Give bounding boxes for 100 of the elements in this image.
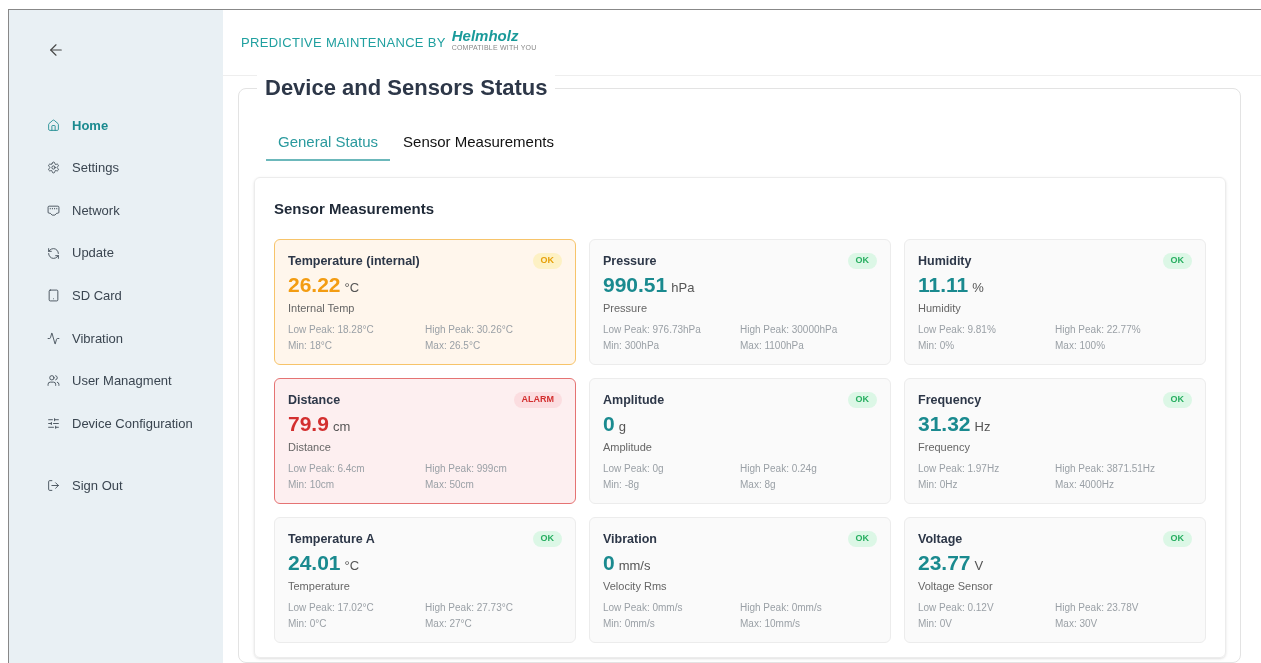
sensor-value: 26.22 xyxy=(288,272,341,299)
logo: Helmholz xyxy=(451,27,519,44)
sensor-value: 0 xyxy=(603,411,615,438)
max-value: Max: 8g xyxy=(740,477,777,492)
users-icon xyxy=(47,374,60,388)
high-peak: High Peak: 0mm/s xyxy=(740,600,823,615)
sensor-name: Distance xyxy=(288,391,341,409)
max-value: Max: 4000Hz xyxy=(1055,477,1115,492)
low-peak: Low Peak: 6.4cm xyxy=(288,461,366,476)
high-peak: High Peak: 30000hPa xyxy=(740,322,839,337)
sensor-unit: mm/s xyxy=(618,557,651,576)
min-value: Min: 0V xyxy=(918,616,953,631)
sensor-value: 0 xyxy=(603,550,615,577)
max-value: Max: 1100hPa xyxy=(740,338,805,353)
sensor-description: Temperature xyxy=(288,579,351,595)
min-value: Min: 300hPa xyxy=(603,338,661,353)
status-badge: OK xyxy=(532,531,562,547)
low-peak: Low Peak: 0g xyxy=(603,461,665,476)
sidebar-item[interactable]: User Managment xyxy=(47,359,223,403)
high-peak: High Peak: 30.26°C xyxy=(425,322,514,337)
sensor-unit: Hz xyxy=(974,418,991,437)
high-peak: High Peak: 27.73°C xyxy=(425,600,514,615)
status-badge: OK xyxy=(847,531,877,547)
min-value: Min: 0Hz xyxy=(918,477,959,492)
status-badge: OK xyxy=(847,392,877,408)
sensor-value: 31.32 xyxy=(918,411,971,438)
low-peak: Low Peak: 17.02°C xyxy=(288,600,375,615)
high-peak: High Peak: 22.77% xyxy=(1055,322,1142,337)
status-badge: OK xyxy=(847,253,877,269)
status-badge: OK xyxy=(1162,392,1192,408)
sensor-unit: % xyxy=(972,279,984,298)
sensor-value: 23.77 xyxy=(918,550,971,577)
sensor-unit: g xyxy=(618,418,626,437)
sidebar-item[interactable]: Vibration xyxy=(47,316,223,360)
sensor-unit: °C xyxy=(344,279,360,298)
sensor-description: Frequency xyxy=(918,440,971,456)
sensor-unit: V xyxy=(974,557,984,576)
max-value: Max: 30V xyxy=(1055,616,1099,631)
sign-out-icon xyxy=(47,479,60,493)
sensor-description: Voltage Sensor xyxy=(918,579,994,595)
sensor-name: Frequency xyxy=(918,391,982,409)
settings-icon xyxy=(47,161,60,175)
status-badge: OK xyxy=(1162,253,1192,269)
sidebar-item[interactable]: SD Card xyxy=(47,274,223,317)
sign-out-button[interactable]: Sign Out xyxy=(47,464,223,507)
max-value: Max: 10mm/s xyxy=(740,616,801,631)
home-icon xyxy=(47,118,60,132)
tab[interactable]: General Status xyxy=(266,125,391,161)
min-value: Min: 10cm xyxy=(288,477,336,492)
min-value: Min: 18°C xyxy=(288,338,333,353)
sidebar-item[interactable]: Update xyxy=(47,231,223,275)
min-value: Min: 0°C xyxy=(288,616,328,631)
sensor-description: Amplitude xyxy=(603,440,653,456)
status-badge: OK xyxy=(532,253,562,269)
sensor-name: Humidity xyxy=(918,252,972,270)
pulse-icon xyxy=(47,331,60,345)
high-peak: High Peak: 0.24g xyxy=(740,461,818,476)
sensor-unit: hPa xyxy=(671,279,695,298)
sensor-unit: cm xyxy=(332,418,351,437)
sliders-icon xyxy=(47,416,60,430)
min-value: Min: -8g xyxy=(603,477,641,492)
max-value: Max: 27°C xyxy=(425,616,473,631)
low-peak: Low Peak: 0mm/s xyxy=(603,600,684,615)
sensor-unit: °C xyxy=(344,557,360,576)
high-peak: High Peak: 999cm xyxy=(425,461,508,476)
min-value: Min: 0mm/s xyxy=(603,616,656,631)
sensor-name: Pressure xyxy=(603,252,657,270)
sensor-value: 79.9 xyxy=(288,411,329,438)
sensor-name: Voltage xyxy=(918,530,963,548)
tab[interactable]: Sensor Measurements xyxy=(391,125,566,161)
min-value: Min: 0% xyxy=(918,338,956,353)
status-badge: ALARM xyxy=(513,392,562,408)
sensor-name: Amplitude xyxy=(603,391,665,409)
sensor-value: 24.01 xyxy=(288,550,341,577)
refresh-icon xyxy=(47,246,60,260)
sensor-description: Humidity xyxy=(918,301,962,317)
sensor-description: Internal Temp xyxy=(288,301,356,317)
max-value: Max: 50cm xyxy=(425,477,475,492)
low-peak: Low Peak: 1.97Hz xyxy=(918,461,1001,476)
header-title: PREDICTIVE MAINTENANCE BY xyxy=(241,33,446,52)
sidebar-item[interactable]: Settings xyxy=(47,146,223,190)
high-peak: High Peak: 3871.51Hz xyxy=(1055,461,1157,476)
max-value: Max: 26.5°C xyxy=(425,338,482,353)
low-peak: Low Peak: 9.81% xyxy=(918,322,997,337)
section-title: Sensor Measurements xyxy=(274,199,436,219)
sensor-description: Pressure xyxy=(603,301,649,317)
low-peak: Low Peak: 976.73hPa xyxy=(603,322,702,337)
sidebar-item[interactable]: Device Configuration xyxy=(47,402,223,445)
sidebar-item[interactable]: Home xyxy=(47,104,223,147)
sensor-name: Temperature (internal) xyxy=(288,252,420,270)
sensor-description: Velocity Rms xyxy=(603,579,668,595)
sensor-value: 990.51 xyxy=(603,272,668,299)
low-peak: Low Peak: 0.12V xyxy=(918,600,995,615)
low-peak: Low Peak: 18.28°C xyxy=(288,322,375,337)
sensor-name: Vibration xyxy=(603,530,657,548)
max-value: Max: 100% xyxy=(1055,338,1107,353)
ethernet-port-icon xyxy=(47,204,60,217)
sensor-value: 11.11 xyxy=(918,272,969,299)
sensor-description: Distance xyxy=(288,440,332,456)
sidebar-item[interactable]: Network xyxy=(47,189,223,232)
